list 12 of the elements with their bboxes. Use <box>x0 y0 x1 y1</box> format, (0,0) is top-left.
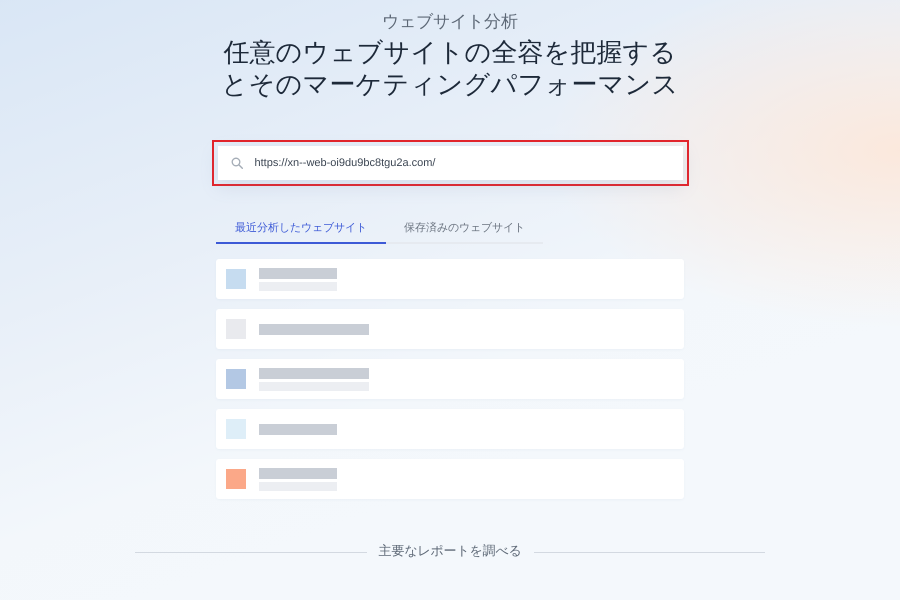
site-row[interactable] <box>216 309 684 349</box>
site-row[interactable] <box>216 359 684 399</box>
site-row[interactable] <box>216 459 684 499</box>
tab[interactable]: 最近分析したウェブサイト <box>216 214 386 244</box>
section-heading: 主要なレポートを調べる <box>378 543 522 561</box>
tab[interactable]: 保存済みのウェブサイト <box>386 214 543 244</box>
search-icon <box>230 157 242 169</box>
search-field[interactable]: https://xn--web-oi9du9bc8tgu2a.com/ <box>218 146 682 180</box>
page-title: 任意のウェブサイトの全容を把握する とそのマーケティングパフォーマンス <box>222 37 678 101</box>
site-row[interactable] <box>216 409 684 449</box>
page-eyebrow: ウェブサイト分析 <box>382 11 518 33</box>
site-row[interactable] <box>216 259 684 299</box>
